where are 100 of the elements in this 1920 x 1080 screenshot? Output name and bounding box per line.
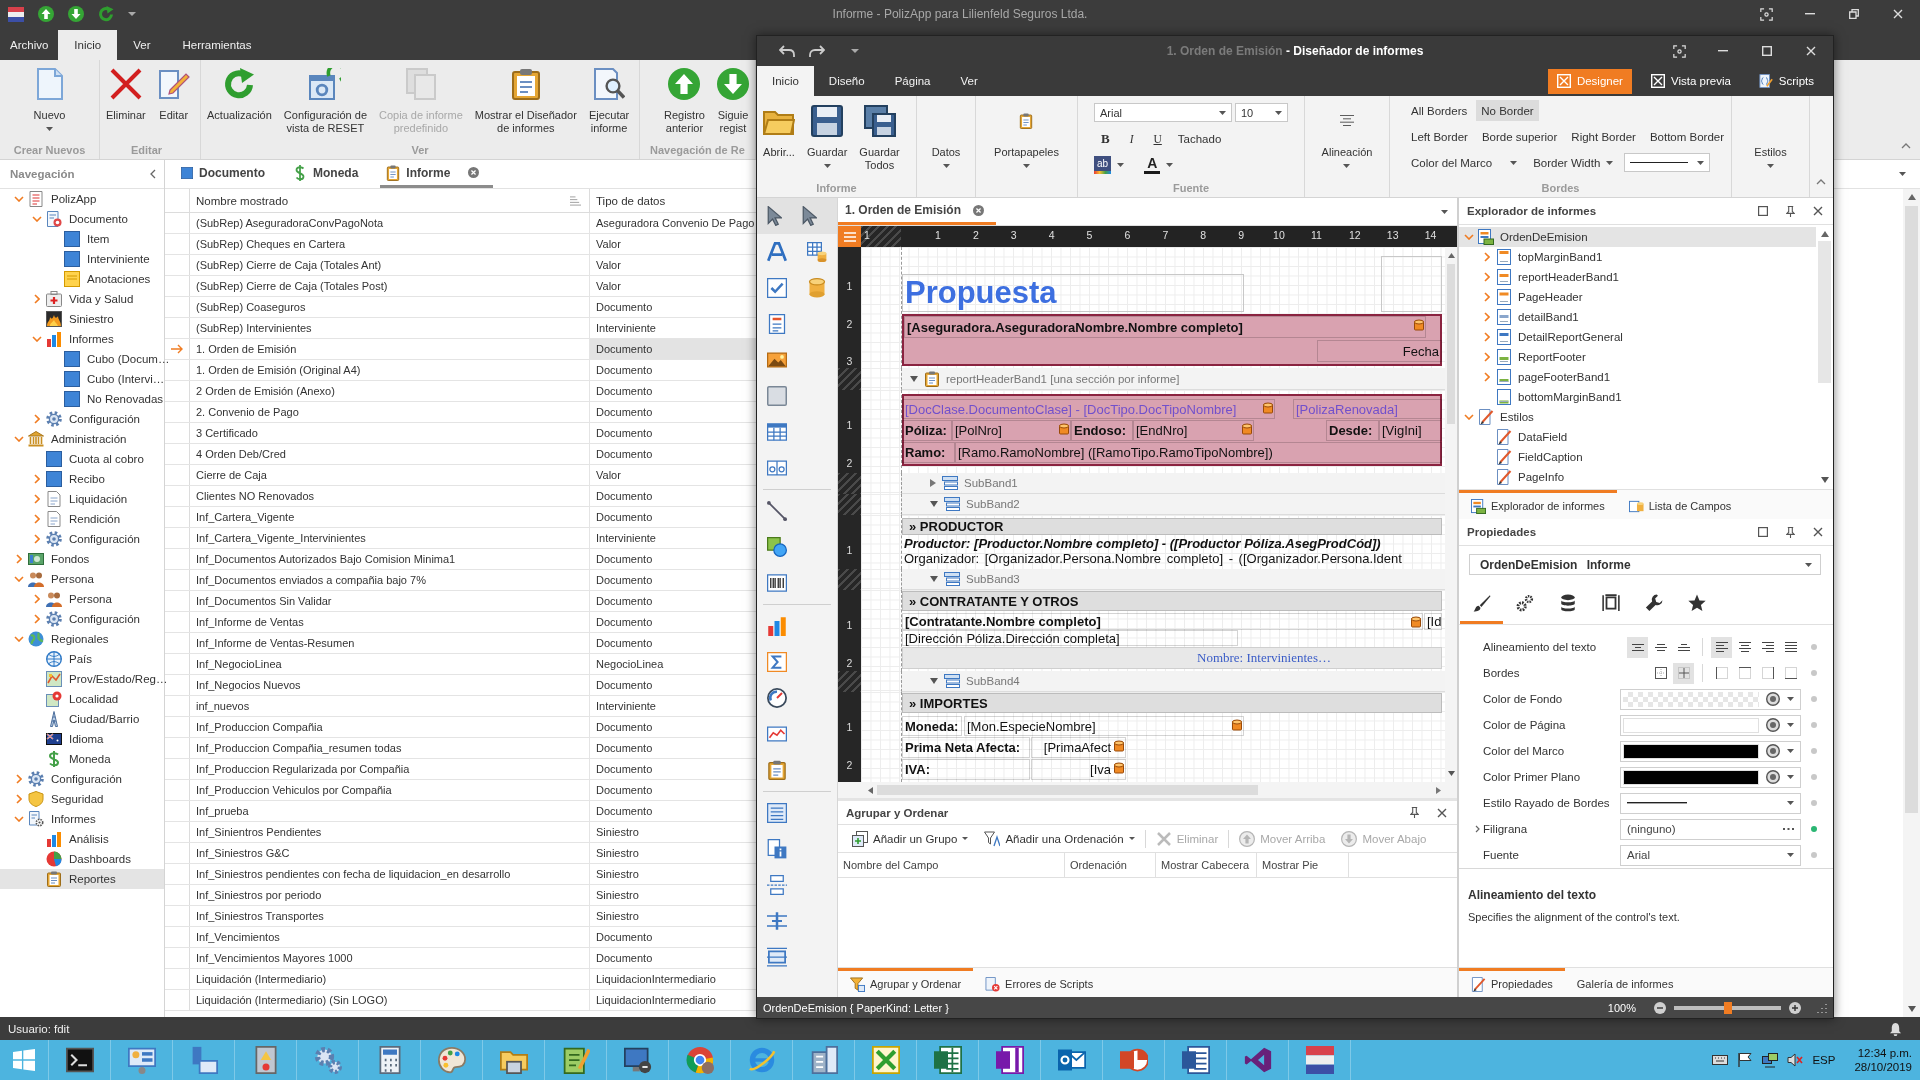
font-style-button[interactable]: I: [1122, 128, 1141, 149]
ribbon-button[interactable]: Configuración de vista de RESET: [277, 68, 373, 135]
column-header[interactable]: Ordenación: [1065, 853, 1156, 877]
table-row[interactable]: Inf_Cartera_Vigente Documento: [165, 507, 756, 528]
horizontal-scrollbar[interactable]: [838, 782, 1457, 798]
table-row[interactable]: (SubRep) Cheques en Cartera Valor: [165, 234, 756, 255]
tree-item[interactable]: Persona: [0, 589, 164, 609]
tree-item[interactable]: Siniestro: [0, 309, 164, 329]
sparkline-icon[interactable]: [767, 724, 787, 744]
ribbon-button[interactable]: Eliminar: [100, 68, 152, 122]
table-row[interactable]: Inf_Siniestros G&C Siniestro: [165, 843, 756, 864]
table-row[interactable]: Inf_Sinientros Pendientes Siniestro: [165, 822, 756, 843]
tree-item[interactable]: Estilos: [1459, 407, 1816, 427]
chevron-up-icon[interactable]: [1901, 143, 1911, 149]
border-toggle[interactable]: [1673, 662, 1694, 684]
chevron-right-icon[interactable]: [34, 614, 40, 624]
table-row[interactable]: Inf_Vencimientos Mayores 1000 Documento: [165, 948, 756, 969]
property-editor[interactable]: (ninguno): [1620, 818, 1801, 840]
down-arrow-circle-icon[interactable]: [68, 6, 84, 22]
notepad-pencil-icon[interactable]: [561, 1046, 590, 1074]
chevron-left-icon[interactable]: [150, 169, 156, 179]
column-header[interactable]: Mostrar Pie: [1257, 853, 1349, 877]
tree-item[interactable]: Persona: [0, 569, 164, 589]
close-icon[interactable]: [973, 204, 985, 216]
speaker-icon[interactable]: [1787, 1052, 1804, 1068]
tree-item[interactable]: Fondos: [0, 549, 164, 569]
font-style-button[interactable]: U: [1146, 128, 1169, 149]
crossed-lines-icon[interactable]: [767, 911, 787, 931]
font-style-button[interactable]: B: [1094, 128, 1117, 149]
ribbon-tab[interactable]: Ver: [117, 30, 167, 60]
ribbon-button[interactable]: Abrir...: [757, 105, 801, 159]
chevron-down-icon[interactable]: [32, 216, 42, 222]
caret-icon[interactable]: [1899, 172, 1906, 176]
panel-tab[interactable]: Galería de informes: [1564, 968, 1686, 997]
table-row[interactable]: Inf_Siniestros por periodo Siniestro: [165, 885, 756, 906]
table-row[interactable]: Inf_NegocioLinea NegocioLinea: [165, 654, 756, 675]
screenshot-icon[interactable]: [1759, 7, 1773, 21]
table-row[interactable]: Liquidación (Intermediario) (Sin LOGO) LiquidacionIntermediario: [165, 990, 756, 1011]
tree-item[interactable]: Moneda: [0, 749, 164, 769]
checkbox-icon[interactable]: [767, 278, 787, 298]
line-style-combo[interactable]: [1624, 153, 1711, 172]
palette-icon[interactable]: [437, 1046, 466, 1074]
striped-flag-icon[interactable]: [1305, 1046, 1334, 1074]
building-icon[interactable]: [809, 1046, 838, 1074]
network-icon[interactable]: [1762, 1052, 1779, 1068]
letter-a-icon[interactable]: [767, 242, 787, 262]
ribbon-tab[interactable]: Archivo: [0, 30, 59, 60]
chevron-down-icon[interactable]: [14, 436, 24, 442]
tree-item[interactable]: DataField: [1459, 427, 1816, 447]
line-icon[interactable]: [767, 501, 787, 521]
ribbon-button[interactable]: Nuevo: [27, 68, 72, 131]
ribbon-tab[interactable]: Página: [879, 66, 946, 96]
highlight-color-button[interactable]: ab: [1094, 155, 1112, 174]
triangle-down-icon[interactable]: [910, 375, 918, 382]
document-tab[interactable]: Moneda: [287, 160, 373, 188]
ring-logo-icon[interactable]: [685, 1046, 714, 1074]
table-row[interactable]: Inf_Produccion Vehiculos por Compañia Documento: [165, 780, 756, 801]
scrollbar-thumb[interactable]: [1447, 264, 1455, 424]
ribbon-button[interactable]: Datos: [925, 105, 967, 168]
box-between-lines-icon[interactable]: [767, 947, 787, 967]
column-header[interactable]: Nombre del Campo: [838, 853, 1065, 877]
striped-flag-icon[interactable]: [8, 6, 24, 22]
table-row[interactable]: 4 Orden Deb/Cred Documento: [165, 444, 756, 465]
chevron-up-icon[interactable]: [1816, 179, 1826, 185]
triangle-down-icon[interactable]: [1907, 1006, 1916, 1012]
alignment-toggle[interactable]: [1627, 636, 1648, 658]
tree-item[interactable]: DetailReportGeneral: [1459, 327, 1816, 347]
tree-item[interactable]: Prov/Estado/Reg…: [0, 669, 164, 689]
tree-item[interactable]: Interviniente: [0, 249, 164, 269]
chevron-right-icon[interactable]: [16, 554, 22, 564]
table-row[interactable]: Liquidación (Intermediario) LiquidacionIntermediario: [165, 969, 756, 990]
close-icon[interactable]: [1813, 527, 1823, 537]
view-mode-button[interactable]: Scripts: [1749, 68, 1823, 94]
table-row[interactable]: Inf_Siniestros pendientes con fecha de liquidacion_en desarrollo Siniestro: [165, 864, 756, 885]
start-icon[interactable]: [13, 1049, 35, 1071]
property-dropdown[interactable]: Arial: [1620, 844, 1801, 866]
close-icon[interactable]: [468, 167, 480, 178]
chevron-right-icon[interactable]: [1484, 332, 1490, 342]
band-header[interactable]: reportHeaderBand1 [una sección por informe]: [901, 368, 1445, 390]
view-mode-button[interactable]: Vista previa: [1641, 68, 1740, 94]
chevron-right-icon[interactable]: [16, 794, 22, 804]
pin-icon[interactable]: [1410, 807, 1419, 818]
sigma-icon[interactable]: [767, 652, 787, 672]
font-size-combo[interactable]: 10: [1235, 103, 1288, 122]
ribbon-tab[interactable]: Inicio: [757, 66, 814, 96]
font-color-button[interactable]: A: [1144, 155, 1161, 174]
triangle-left-icon[interactable]: [868, 786, 873, 794]
vertical-scrollbar[interactable]: [1445, 247, 1457, 782]
tree-item[interactable]: Recibo: [0, 469, 164, 489]
refresh-icon[interactable]: [98, 6, 114, 22]
tree-item[interactable]: Ciudad/Barrio: [0, 709, 164, 729]
ribbon-tab[interactable]: Diseño: [813, 66, 880, 96]
ribbon-button[interactable]: Editar: [151, 68, 196, 122]
tree-item[interactable]: Configuración: [0, 529, 164, 549]
toolbar-button[interactable]: Añadir un Grupo: [846, 827, 975, 850]
chevron-right-icon[interactable]: [1484, 292, 1490, 302]
tree-item[interactable]: pageFooterBand1: [1459, 367, 1816, 387]
tree-item[interactable]: topMarginBand1: [1459, 247, 1816, 267]
ribbon-tab[interactable]: Ver: [945, 66, 993, 96]
table-row[interactable]: (SubRep) AseguradoraConvPagoNota Aseguradora Convenio De Pago: [165, 213, 756, 234]
